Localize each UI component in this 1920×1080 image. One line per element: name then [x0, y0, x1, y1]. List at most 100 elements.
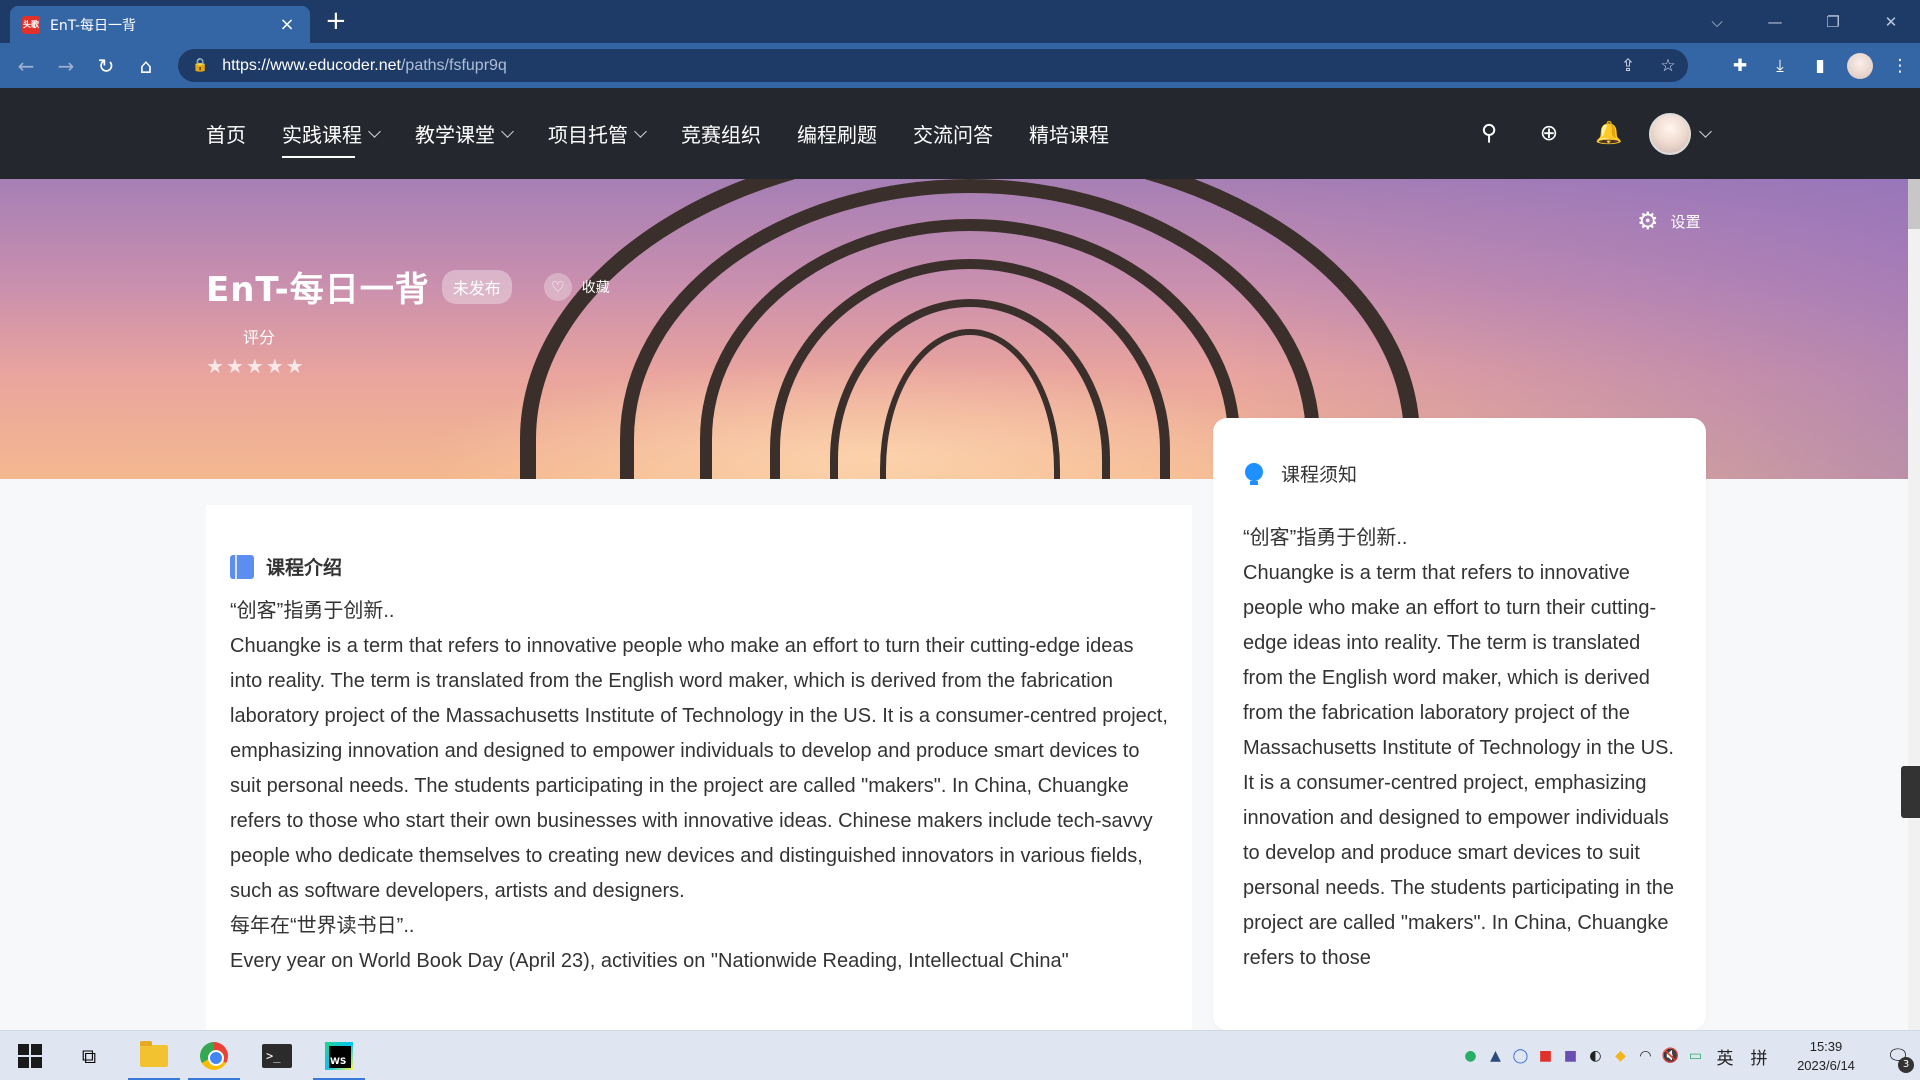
- search-icon[interactable]: ⚲: [1459, 121, 1519, 146]
- course-notice-text: “创客”指勇于创新.. Chuangke is a term that refe…: [1243, 521, 1676, 976]
- nav-coding-practice[interactable]: 编程刷题: [797, 119, 877, 148]
- start-button[interactable]: [4, 1031, 56, 1080]
- chevron-down-icon[interactable]: [1699, 124, 1712, 138]
- nav-premium-courses-label: 精培课程: [1029, 123, 1109, 147]
- rating-stars[interactable]: ★★★★★: [206, 354, 306, 378]
- ime-mode[interactable]: 拼: [1742, 1044, 1776, 1069]
- chrome-icon: [200, 1042, 228, 1070]
- intro-paragraph: Every year on World Book Day (April 23),…: [230, 950, 1069, 972]
- gear-icon: ⚙: [1637, 207, 1659, 235]
- wechat-icon[interactable]: ●: [1458, 1048, 1483, 1064]
- main-nav: 首页 实践课程 教学课堂 项目托管 竞赛组织 编程刷题 交流问答 精培课程: [206, 88, 1145, 179]
- star-icon[interactable]: ★: [286, 354, 306, 378]
- taskbar-terminal[interactable]: >_: [251, 1031, 303, 1080]
- nav-competitions[interactable]: 竞赛组织: [681, 119, 761, 148]
- star-icon[interactable]: ★: [246, 354, 266, 378]
- nav-home-label: 首页: [206, 123, 246, 147]
- folder-icon: [140, 1041, 168, 1067]
- user-avatar[interactable]: [1649, 112, 1691, 155]
- nav-teaching-classroom[interactable]: 教学课堂: [415, 119, 514, 148]
- browser-tab-bar: 头歌 EnT-每日一背 × + ⌵ — ❐ ✕: [0, 0, 1920, 43]
- battery-icon[interactable]: ▭: [1683, 1048, 1708, 1064]
- minimize-icon[interactable]: —: [1746, 13, 1804, 31]
- windows-logo-icon: [18, 1044, 42, 1068]
- bell-icon[interactable]: 🔔: [1579, 121, 1639, 146]
- tray-app-icon[interactable]: ◆: [1608, 1048, 1633, 1064]
- course-title: EnT-每日一背: [206, 270, 430, 310]
- settings-button[interactable]: ⚙ 设置: [1637, 207, 1701, 235]
- system-tray: ● ▲ ◯ ■ ■ ◐ ◆ ◠ 🔇 ▭ 英 拼 15:39 2023/6/14 …: [1458, 1031, 1920, 1080]
- page-scrollbar[interactable]: [1908, 179, 1920, 1030]
- share-icon[interactable]: ⇪: [1608, 56, 1648, 76]
- window-controls: ⌵ — ❐ ✕: [1688, 0, 1920, 43]
- side-panel-icon[interactable]: ▮: [1800, 56, 1840, 76]
- nav-practice-courses[interactable]: 实践课程: [282, 119, 381, 158]
- nav-practice-courses-label: 实践课程: [282, 123, 362, 147]
- taskbar-webstorm[interactable]: [313, 1031, 365, 1080]
- close-window-icon[interactable]: ✕: [1862, 13, 1920, 31]
- new-tab-icon[interactable]: +: [325, 8, 347, 34]
- address-bar[interactable]: 🔒 https://www.educoder.net/paths/fsfupr9…: [178, 49, 1688, 82]
- add-circle-icon[interactable]: ⊕: [1519, 121, 1579, 146]
- nav-coding-practice-label: 编程刷题: [797, 123, 877, 147]
- url-domain: https://www.educoder.net: [222, 56, 401, 74]
- back-arrow-icon[interactable]: ←: [6, 48, 46, 84]
- star-icon[interactable]: ★: [266, 354, 286, 378]
- course-notice-header: 课程须知: [1243, 460, 1676, 487]
- nav-competitions-label: 竞赛组织: [681, 123, 761, 147]
- tab-search-icon[interactable]: ⌵: [1688, 13, 1746, 31]
- nav-project-hosting[interactable]: 项目托管: [548, 119, 647, 148]
- profile-avatar-icon[interactable]: [1847, 52, 1873, 79]
- star-icon[interactable]: ★: [206, 354, 226, 378]
- lock-icon[interactable]: 🔒: [192, 58, 208, 73]
- taskbar-file-explorer[interactable]: [128, 1031, 180, 1080]
- system-clock[interactable]: 15:39 2023/6/14: [1776, 1037, 1876, 1075]
- home-icon[interactable]: ⌂: [126, 48, 166, 84]
- restore-icon[interactable]: ❐: [1804, 13, 1862, 31]
- nav-qa[interactable]: 交流问答: [913, 119, 993, 148]
- book-icon: [230, 554, 254, 579]
- ime-language[interactable]: 英: [1708, 1044, 1742, 1069]
- clock-date: 2023/6/14: [1797, 1058, 1855, 1073]
- favorite-label: 收藏: [581, 279, 610, 296]
- star-icon[interactable]: ★: [226, 354, 246, 378]
- course-notice-card: 课程须知 “创客”指勇于创新.. Chuangke is a term that…: [1213, 418, 1706, 1030]
- status-badge: 未发布: [441, 269, 512, 304]
- download-icon[interactable]: ⤓: [1760, 56, 1800, 76]
- browser-tab-active[interactable]: 头歌 EnT-每日一背 ×: [10, 6, 310, 43]
- tray-app-icon[interactable]: ◐: [1583, 1048, 1608, 1064]
- url-text[interactable]: https://www.educoder.net/paths/fsfupr9q: [222, 57, 1608, 75]
- tray-app-icon[interactable]: ■: [1558, 1048, 1583, 1064]
- course-notice-title: 课程须知: [1281, 464, 1358, 486]
- task-view-button[interactable]: ⧉: [63, 1031, 115, 1080]
- youdao-icon[interactable]: ■: [1533, 1048, 1558, 1064]
- course-title-row: EnT-每日一背 未发布 ♡ 收藏: [206, 262, 610, 311]
- notification-center-button[interactable]: 🗨 3: [1876, 1046, 1920, 1073]
- nav-premium-courses[interactable]: 精培课程: [1029, 119, 1109, 148]
- intro-paragraph: “创客”指勇于创新..: [230, 600, 395, 622]
- url-path: /paths/fsfupr9q: [400, 56, 507, 74]
- forward-arrow-icon[interactable]: →: [46, 48, 86, 84]
- side-floating-handle[interactable]: [1901, 766, 1920, 818]
- volume-muted-icon[interactable]: 🔇: [1658, 1048, 1683, 1064]
- heart-icon: ♡: [543, 272, 572, 301]
- browser-menu-icon[interactable]: ⋮: [1880, 56, 1920, 76]
- chevron-down-icon: [501, 124, 514, 138]
- browser-toolbar: ← → ↻ ⌂ 🔒 https://www.educoder.net/paths…: [0, 43, 1920, 88]
- reload-icon[interactable]: ↻: [86, 48, 126, 84]
- nav-qa-label: 交流问答: [913, 123, 993, 147]
- nav-home[interactable]: 首页: [206, 119, 246, 148]
- chevron-down-icon: [634, 124, 647, 138]
- favorite-button[interactable]: ♡ 收藏: [543, 272, 610, 301]
- bookmark-star-icon[interactable]: ☆: [1648, 56, 1688, 76]
- close-tab-icon[interactable]: ×: [276, 14, 298, 35]
- extensions-puzzle-icon[interactable]: ✚: [1720, 56, 1760, 76]
- nav-project-hosting-label: 项目托管: [548, 123, 628, 147]
- scrollbar-thumb[interactable]: [1908, 179, 1920, 229]
- tray-sync-icon[interactable]: ◯: [1508, 1048, 1533, 1064]
- webstorm-icon: [325, 1042, 353, 1070]
- tray-app-icon[interactable]: ▲: [1483, 1048, 1508, 1064]
- nav-teaching-classroom-label: 教学课堂: [415, 123, 495, 147]
- taskbar-chrome[interactable]: [188, 1031, 240, 1080]
- wifi-icon[interactable]: ◠: [1633, 1048, 1658, 1064]
